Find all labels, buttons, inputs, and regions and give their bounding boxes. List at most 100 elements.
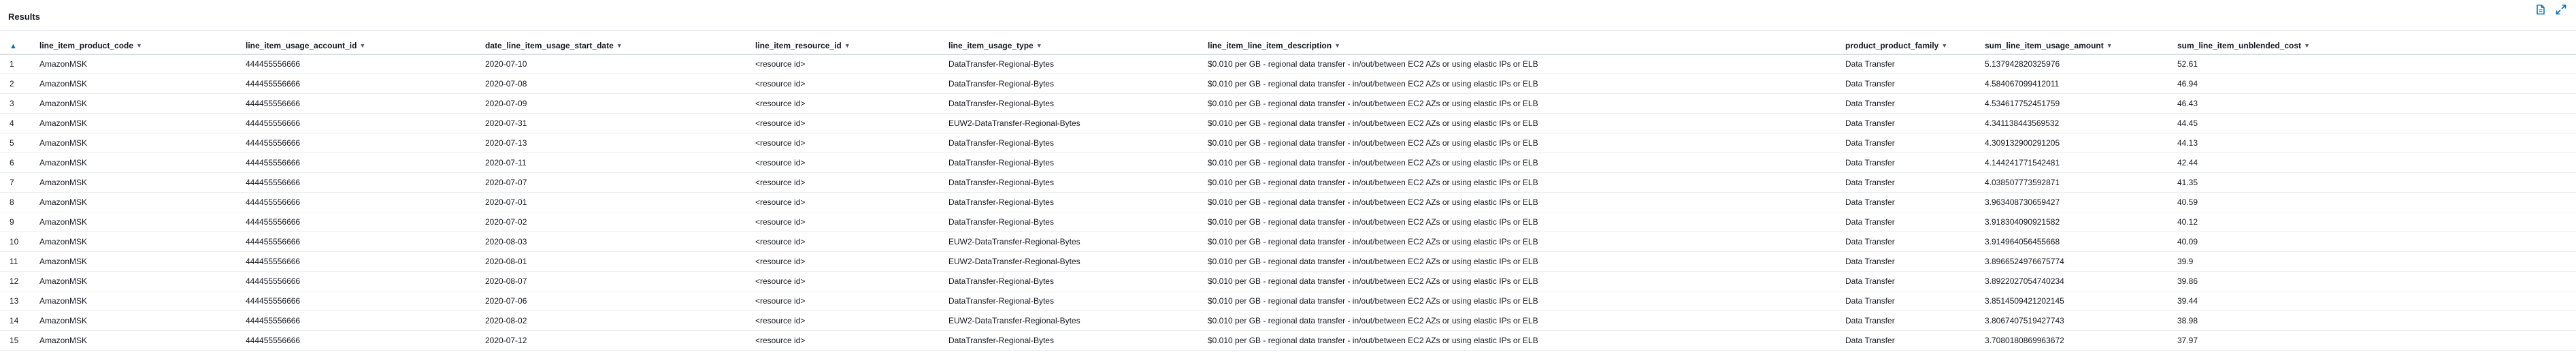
row-number: 6	[0, 153, 38, 173]
table-cell: AmazonMSK	[38, 93, 244, 114]
table-cell: 5.137942820325976	[1983, 54, 2176, 74]
table-row[interactable]: 6 AmazonMSK 444455556666 2020-07-11 <resourc…	[0, 153, 2576, 173]
caret-down-icon[interactable]: ▼	[844, 42, 851, 49]
caret-down-icon[interactable]: ▼	[1334, 42, 1340, 49]
row-number: 14	[0, 310, 38, 331]
row-number: 1	[0, 54, 38, 74]
table-row[interactable]: 5 AmazonMSK 444455556666 2020-07-13 <resourc…	[0, 133, 2576, 153]
table-cell: $0.010 per GB - regional data transfer -…	[1206, 113, 1844, 133]
row-number: 12	[0, 271, 38, 291]
table-cell: 42.44	[2176, 153, 2576, 173]
sort-toggle[interactable]: ▲	[0, 37, 38, 54]
row-number: 5	[0, 133, 38, 153]
table-cell: 4.341138443569532	[1983, 113, 2176, 133]
table-cell: 40.12	[2176, 212, 2576, 232]
table-cell: Data Transfer	[1844, 93, 1983, 114]
column-header[interactable]: sum_line_item_usage_amount ▼	[1983, 37, 2176, 54]
column-header[interactable]: line_item_usage_account_id ▼	[244, 37, 484, 54]
table-row[interactable]: 9 AmazonMSK 444455556666 2020-07-02 <resourc…	[0, 212, 2576, 232]
caret-down-icon[interactable]: ▼	[136, 42, 142, 49]
table-cell: AmazonMSK	[38, 74, 244, 94]
column-header[interactable]: line_item_product_code ▼	[38, 37, 244, 54]
table-cell: <resource id>	[754, 153, 947, 173]
table-cell: <resource id>	[754, 231, 947, 252]
table-cell: AmazonMSK	[38, 153, 244, 173]
row-number: 7	[0, 172, 38, 193]
table-row[interactable]: 8 AmazonMSK 444455556666 2020-07-01 <resourc…	[0, 192, 2576, 212]
table-row[interactable]: 13 AmazonMSK 444455556666 2020-07-06 <resour…	[0, 291, 2576, 311]
table-row[interactable]: 2 AmazonMSK 444455556666 2020-07-08 <resourc…	[0, 74, 2576, 94]
caret-down-icon[interactable]: ▼	[359, 42, 365, 49]
table-cell: $0.010 per GB - regional data transfer -…	[1206, 291, 1844, 311]
table-cell: 444455556666	[244, 212, 484, 232]
table-header-row: ▲ line_item_product_code ▼ line_item_usage…	[0, 37, 2576, 54]
table-cell: 2020-07-06	[484, 291, 754, 311]
table-cell: DataTransfer-Regional-Bytes	[947, 271, 1206, 291]
table-cell: <resource id>	[754, 310, 947, 331]
table-cell: 2020-07-02	[484, 212, 754, 232]
table-cell: DataTransfer-Regional-Bytes	[947, 291, 1206, 311]
table-cell: 444455556666	[244, 231, 484, 252]
column-header-label: line_item_usage_account_id	[246, 41, 357, 50]
table-row[interactable]: 4 AmazonMSK 444455556666 2020-07-31 <resourc…	[0, 113, 2576, 133]
table-cell: 4.144241771542481	[1983, 153, 2176, 173]
table-cell: Data Transfer	[1844, 172, 1983, 193]
table-cell: Data Transfer	[1844, 133, 1983, 153]
table-cell: <resource id>	[754, 212, 947, 232]
column-header[interactable]: line_item_resource_id ▼	[754, 37, 947, 54]
table-cell: 52.61	[2176, 54, 2576, 74]
document-icon[interactable]	[2535, 4, 2546, 15]
table-cell: DataTransfer-Regional-Bytes	[947, 54, 1206, 74]
caret-down-icon[interactable]: ▼	[1941, 42, 1947, 49]
caret-down-icon[interactable]: ▼	[2304, 42, 2310, 49]
table-cell: <resource id>	[754, 54, 947, 74]
expand-icon[interactable]	[2556, 4, 2566, 15]
column-header-label: product_product_family	[1845, 41, 1939, 50]
column-header[interactable]: sum_line_item_unblended_cost ▼	[2176, 37, 2576, 54]
table-row[interactable]: 3 AmazonMSK 444455556666 2020-07-09 <resourc…	[0, 93, 2576, 114]
table-row[interactable]: 12 AmazonMSK 444455556666 2020-08-07 <resour…	[0, 271, 2576, 291]
column-header[interactable]: date_line_item_usage_start_date ▼	[484, 37, 754, 54]
table-cell: 444455556666	[244, 251, 484, 272]
table-row[interactable]: 15 AmazonMSK 444455556666 2020-07-12 <resour…	[0, 330, 2576, 351]
column-header[interactable]: line_item_usage_type ▼	[947, 37, 1206, 54]
sort-ascending-icon[interactable]: ▲	[10, 42, 17, 50]
table-cell: 2020-08-02	[484, 310, 754, 331]
table-cell: $0.010 per GB - regional data transfer -…	[1206, 251, 1844, 272]
table-cell: $0.010 per GB - regional data transfer -…	[1206, 74, 1844, 94]
table-cell: EUW2-DataTransfer-Regional-Bytes	[947, 231, 1206, 252]
table-row[interactable]: 7 AmazonMSK 444455556666 2020-07-07 <resourc…	[0, 172, 2576, 193]
table-row[interactable]: 14 AmazonMSK 444455556666 2020-08-02 <resour…	[0, 310, 2576, 331]
caret-down-icon[interactable]: ▼	[616, 42, 623, 49]
table-cell: 3.8966524976675774	[1983, 251, 2176, 272]
table-cell: 40.09	[2176, 231, 2576, 252]
column-header-label: line_item_product_code	[39, 41, 134, 50]
caret-down-icon[interactable]: ▼	[1036, 42, 1042, 49]
results-table: ▲ line_item_product_code ▼ line_item_usage…	[0, 37, 2576, 351]
table-cell: 444455556666	[244, 153, 484, 173]
table-cell: DataTransfer-Regional-Bytes	[947, 212, 1206, 232]
column-header-label: line_item_line_item_description	[1208, 41, 1332, 50]
column-header[interactable]: line_item_line_item_description ▼	[1206, 37, 1844, 54]
table-cell: $0.010 per GB - regional data transfer -…	[1206, 231, 1844, 252]
caret-down-icon[interactable]: ▼	[2107, 42, 2113, 49]
table-cell: Data Transfer	[1844, 153, 1983, 173]
table-row[interactable]: 1 AmazonMSK 444455556666 2020-07-10 <resourc…	[0, 54, 2576, 74]
table-cell: 37.97	[2176, 330, 2576, 351]
row-number: 15	[0, 330, 38, 351]
table-cell: DataTransfer-Regional-Bytes	[947, 133, 1206, 153]
table-cell: 2020-07-01	[484, 192, 754, 212]
column-header-label: line_item_resource_id	[755, 41, 842, 50]
table-cell: 41.35	[2176, 172, 2576, 193]
table-cell: 3.963408730659427	[1983, 192, 2176, 212]
table-cell: $0.010 per GB - regional data transfer -…	[1206, 271, 1844, 291]
table-row[interactable]: 10 AmazonMSK 444455556666 2020-08-03 <resour…	[0, 231, 2576, 252]
table-row[interactable]: 11 AmazonMSK 444455556666 2020-08-01 <resour…	[0, 251, 2576, 272]
table-cell: 3.8067407519427743	[1983, 310, 2176, 331]
table-cell: 444455556666	[244, 330, 484, 351]
table-cell: EUW2-DataTransfer-Regional-Bytes	[947, 251, 1206, 272]
column-header[interactable]: product_product_family ▼	[1844, 37, 1983, 54]
table-cell: <resource id>	[754, 251, 947, 272]
table-cell: Data Transfer	[1844, 251, 1983, 272]
table-cell: AmazonMSK	[38, 192, 244, 212]
